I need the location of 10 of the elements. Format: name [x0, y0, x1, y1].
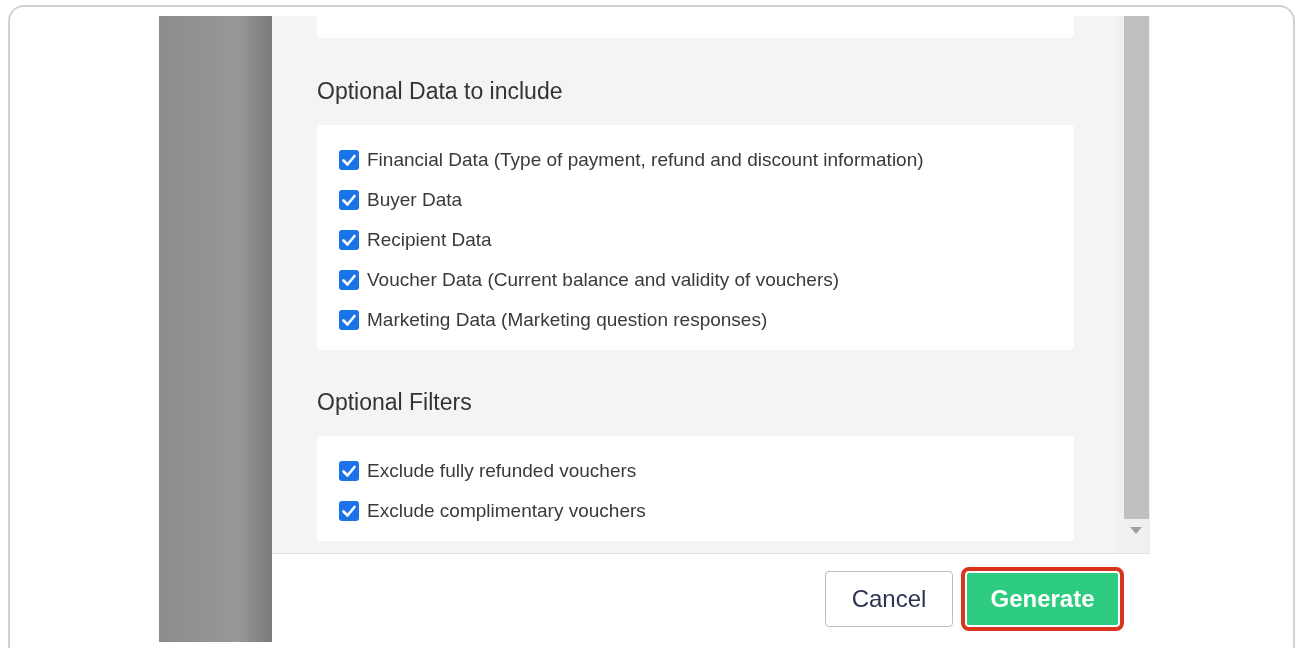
checkbox-label[interactable]: Recipient Data	[367, 229, 492, 251]
checkbox-label[interactable]: Exclude complimentary vouchers	[367, 500, 646, 522]
checkbox-label[interactable]: Financial Data (Type of payment, refund and discount information)	[367, 149, 924, 171]
checkbox-label[interactable]: Exclude fully refunded vouchers	[367, 460, 637, 482]
section-heading: Optional Filters	[317, 391, 473, 414]
cancel-button[interactable]: Cancel	[825, 571, 953, 627]
checkbox-label[interactable]: Marketing Data (Marketing question responses)	[367, 309, 768, 331]
checkbox-label[interactable]: Buyer Data	[367, 189, 463, 211]
section-heading: Optional Data to include	[317, 80, 564, 103]
checkbox-label[interactable]: Voucher Data (Current balance and validity of vouchers)	[367, 269, 840, 291]
